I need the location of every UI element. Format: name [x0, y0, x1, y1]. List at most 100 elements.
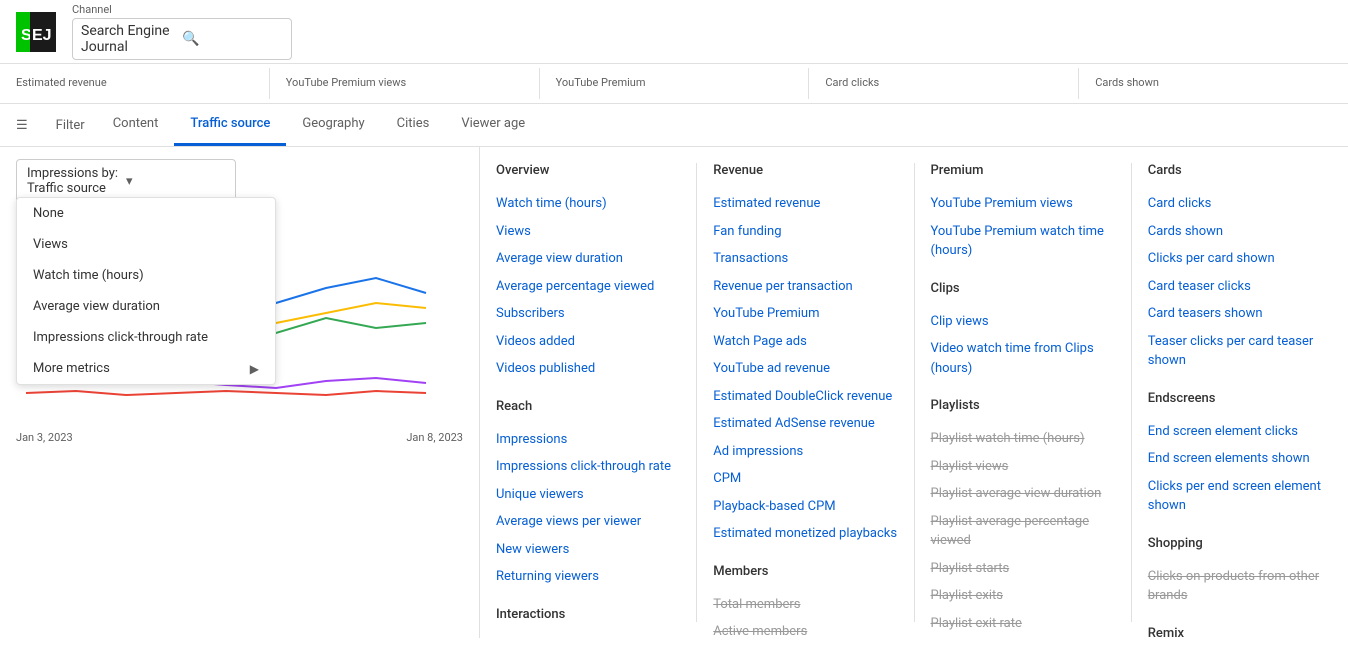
metric-playlist-exit-rate[interactable]: Playlist exit rate — [931, 610, 1115, 638]
menu-item-avg-view-duration[interactable]: Average view duration — [17, 291, 275, 322]
metric-avg-time-in-playlist[interactable]: Average time in playlist — [931, 637, 1115, 638]
col-header-clips: Clips — [931, 281, 1115, 296]
col-header-endscreens: Endscreens — [1148, 391, 1332, 406]
menu-item-none[interactable]: None — [17, 198, 275, 229]
metric-playlist-views[interactable]: Playlist views — [931, 453, 1115, 481]
metric-cpm[interactable]: CPM — [713, 465, 897, 493]
metrics-col-3: Premium YouTube Premium views YouTube Pr… — [915, 163, 1132, 622]
metric-returning-viewers[interactable]: Returning viewers — [496, 563, 680, 591]
stat-cards-shown: Cards shown — [1079, 68, 1348, 99]
menu-item-watch-time[interactable]: Watch time (hours) — [17, 260, 275, 291]
metric-cards-shown[interactable]: Cards shown — [1148, 218, 1332, 246]
metric-playlist-avg-pct-viewed[interactable]: Playlist average percentage viewed — [931, 508, 1115, 555]
logo: S EJ — [16, 12, 56, 52]
metric-views[interactable]: Views — [496, 218, 680, 246]
metric-fan-funding[interactable]: Fan funding — [713, 218, 897, 246]
menu-item-views[interactable]: Views — [17, 229, 275, 260]
stat-label: Estimated revenue — [16, 76, 253, 89]
col-header-shopping: Shopping — [1148, 536, 1332, 551]
metric-yt-ad-revenue[interactable]: YouTube ad revenue — [713, 355, 897, 383]
stat-yt-premium-views: YouTube Premium views — [270, 68, 540, 99]
dropdown-label: Impressions by: Traffic source — [27, 166, 126, 196]
metric-card-clicks[interactable]: Card clicks — [1148, 190, 1332, 218]
metric-watch-page-ads[interactable]: Watch Page ads — [713, 328, 897, 356]
metric-avg-pct-viewed[interactable]: Average percentage viewed — [496, 273, 680, 301]
tab-content[interactable]: Content — [97, 104, 175, 146]
metric-revenue-per-transaction[interactable]: Revenue per transaction — [713, 273, 897, 301]
metric-estimated-adsense[interactable]: Estimated AdSense revenue — [713, 410, 897, 438]
hamburger-button[interactable]: ☰ — [8, 110, 36, 141]
metrics-col-4: Cards Card clicks Cards shown Clicks per… — [1132, 163, 1348, 622]
channel-search-box[interactable]: Search Engine Journal 🔍 — [72, 18, 292, 60]
stat-yt-premium: YouTube Premium — [540, 68, 810, 99]
metric-estimated-monetized[interactable]: Estimated monetized playbacks — [713, 520, 897, 548]
metric-impressions[interactable]: Impressions — [496, 426, 680, 454]
metric-teaser-clicks-per-card-teaser[interactable]: Teaser clicks per card teaser shown — [1148, 328, 1332, 375]
metric-card-teasers-shown[interactable]: Card teasers shown — [1148, 300, 1332, 328]
left-panel: Impressions by: Traffic source ▾ None Vi… — [0, 147, 480, 638]
metric-youtube-premium[interactable]: YouTube Premium — [713, 300, 897, 328]
metric-clicks-per-end-screen-element[interactable]: Clicks per end screen element shown — [1148, 473, 1332, 520]
tab-traffic-source[interactable]: Traffic source — [174, 104, 286, 146]
metric-playlist-starts[interactable]: Playlist starts — [931, 555, 1115, 583]
tab-viewer-age[interactable]: Viewer age — [445, 104, 541, 146]
metric-active-members[interactable]: Active members — [713, 618, 897, 638]
chart-date-start: Jan 3, 2023 — [16, 431, 73, 444]
tab-geography[interactable]: Geography — [286, 104, 380, 146]
metric-watch-time[interactable]: Watch time (hours) — [496, 190, 680, 218]
stat-label: Cards shown — [1095, 76, 1332, 89]
chevron-down-icon: ▾ — [126, 174, 225, 189]
menu-item-label: Impressions click-through rate — [33, 330, 208, 345]
menu-item-more-metrics[interactable]: More metrics ▶ — [17, 353, 275, 384]
metric-videos-added[interactable]: Videos added — [496, 328, 680, 356]
menu-item-impressions-ctr[interactable]: Impressions click-through rate — [17, 322, 275, 353]
metric-playlist-watch-time[interactable]: Playlist watch time (hours) — [931, 425, 1115, 453]
metrics-col-1: Overview Watch time (hours) Views Averag… — [480, 163, 697, 622]
col-header-overview: Overview — [496, 163, 680, 178]
metric-videos-published[interactable]: Videos published — [496, 355, 680, 383]
metric-avg-views-per-viewer[interactable]: Average views per viewer — [496, 508, 680, 536]
metric-clip-views[interactable]: Clip views — [931, 308, 1115, 336]
metric-subscribers-gained[interactable]: Subscribers gained — [496, 634, 680, 639]
metric-total-members[interactable]: Total members — [713, 591, 897, 619]
metric-end-screen-elements-shown[interactable]: End screen elements shown — [1148, 445, 1332, 473]
menu-item-label: Views — [33, 237, 68, 252]
metric-impressions-ctr[interactable]: Impressions click-through rate — [496, 453, 680, 481]
metric-playback-cpm[interactable]: Playback-based CPM — [713, 493, 897, 521]
tabs-bar: ☰ Filter Content Traffic source Geograph… — [0, 104, 1348, 147]
menu-item-label: Watch time (hours) — [33, 268, 144, 283]
metric-playlist-avg-view-duration[interactable]: Playlist average view duration — [931, 480, 1115, 508]
app-header: S EJ Channel Search Engine Journal 🔍 — [0, 0, 1348, 64]
metric-card-teaser-clicks[interactable]: Card teaser clicks — [1148, 273, 1332, 301]
channel-name: Search Engine Journal — [81, 23, 182, 55]
metric-avg-view-duration[interactable]: Average view duration — [496, 245, 680, 273]
metric-end-screen-element-clicks[interactable]: End screen element clicks — [1148, 418, 1332, 446]
col-header-playlists: Playlists — [931, 398, 1115, 413]
menu-item-label: None — [33, 206, 64, 221]
metric-estimated-revenue[interactable]: Estimated revenue — [713, 190, 897, 218]
metric-yt-premium-watch-time[interactable]: YouTube Premium watch time (hours) — [931, 218, 1115, 265]
stat-label: Card clicks — [825, 76, 1062, 89]
chart-dates: Jan 3, 2023 Jan 8, 2023 — [16, 427, 463, 448]
metric-estimated-doubleclick[interactable]: Estimated DoubleClick revenue — [713, 383, 897, 411]
metric-new-viewers[interactable]: New viewers — [496, 536, 680, 564]
metric-unique-viewers[interactable]: Unique viewers — [496, 481, 680, 509]
stat-card-clicks: Card clicks — [809, 68, 1079, 99]
metric-yt-premium-views[interactable]: YouTube Premium views — [931, 190, 1115, 218]
search-icon: 🔍 — [182, 31, 283, 47]
col-header-members: Members — [713, 564, 897, 579]
metric-ad-impressions[interactable]: Ad impressions — [713, 438, 897, 466]
right-panel: Overview Watch time (hours) Views Averag… — [480, 147, 1348, 638]
metric-transactions[interactable]: Transactions — [713, 245, 897, 273]
metric-clicks-on-products[interactable]: Clicks on products from other brands — [1148, 563, 1332, 610]
metric-subscribers[interactable]: Subscribers — [496, 300, 680, 328]
col-header-premium: Premium — [931, 163, 1115, 178]
tab-cities[interactable]: Cities — [381, 104, 446, 146]
menu-item-label: Average view duration — [33, 299, 160, 314]
channel-info: Channel Search Engine Journal 🔍 — [72, 3, 292, 60]
filter-button[interactable]: Filter — [44, 110, 97, 141]
metric-video-watch-time-clips[interactable]: Video watch time from Clips (hours) — [931, 335, 1115, 382]
col-header-cards: Cards — [1148, 163, 1332, 178]
metric-clicks-per-card-shown[interactable]: Clicks per card shown — [1148, 245, 1332, 273]
metric-playlist-exits[interactable]: Playlist exits — [931, 582, 1115, 610]
